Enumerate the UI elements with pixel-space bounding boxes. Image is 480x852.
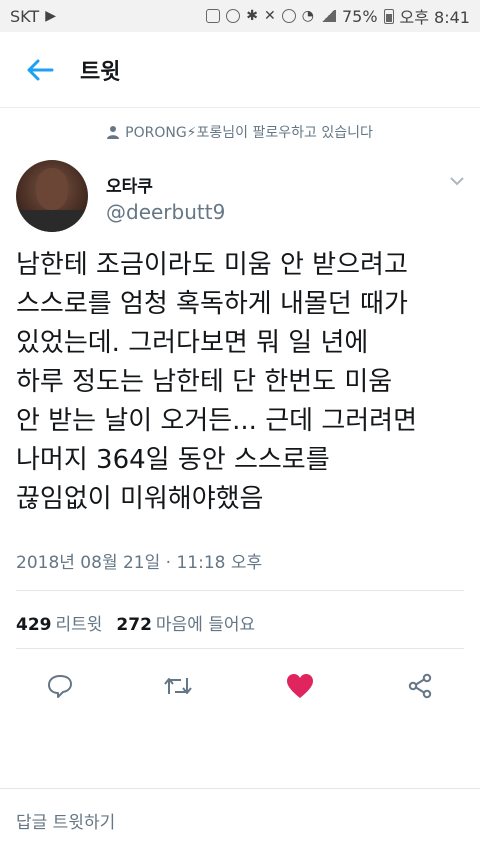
status-bar: SKT ▶ ✱ ✕ ◔ 75% 오후 8:41 [0,0,480,32]
tweet-text: 남한테 조금이라도 미움 안 받으려고 스스로를 엄청 혹독하게 내몰던 때가 … [16,250,417,514]
share-button[interactable] [400,666,440,706]
tweet-actions [16,666,464,706]
divider [16,648,464,649]
follow-note[interactable]: PORONG⚡포롱님이 팔로우하고 있습니다 [0,120,480,144]
signal-icon [319,10,336,22]
mute-icon: ✕ [264,8,276,24]
like-count-stat[interactable]: 272 마음에 들어요 [116,610,255,635]
back-button[interactable] [0,32,80,108]
bluetooth-icon: ✱ [246,8,259,24]
tweet-stats: 429 리트윗 272 마음에 들어요 [16,610,255,635]
like-count: 272 [116,615,152,635]
chevron-down-icon[interactable] [448,172,466,190]
follow-note-text: PORONG⚡포롱님이 팔로우하고 있습니다 [125,125,373,141]
arrow-left-icon [27,59,54,80]
notification-icon: ▶ [45,8,56,24]
heart-icon [287,674,313,698]
person-icon [107,126,120,139]
retweet-icon [164,678,192,694]
avatar[interactable] [16,160,88,232]
display-name[interactable]: 오타쿠 [106,172,153,197]
page-title: 트윗 [80,59,121,85]
alarm-icon [281,9,296,23]
retweet-count: 429 [16,615,52,635]
reply-icon [48,675,72,698]
like-count-label: 마음에 들어요 [155,615,256,635]
data-saver-icon [226,9,241,23]
lock-icon [206,9,221,23]
retweet-button[interactable] [158,666,198,706]
reply-placeholder: 답글 트윗하기 [16,813,116,833]
app-header: 트윗 [0,32,480,108]
retweet-count-stat[interactable]: 429 리트윗 [16,610,102,635]
retweet-count-label: 리트윗 [55,615,103,635]
reply-input[interactable]: 답글 트윗하기 [0,788,480,852]
share-icon [408,673,432,699]
battery-label: 75% [341,6,378,26]
carrier-label: SKT [10,6,40,26]
clock-label: 오후 8:41 [399,8,470,27]
wifi-icon: ◔ [301,8,314,24]
like-button[interactable] [280,666,320,706]
tweet-timestamp: 2018년 08월 21일 · 11:18 오후 [16,553,263,573]
reply-button[interactable] [40,666,80,706]
user-handle[interactable]: @deerbutt9 [106,200,225,224]
battery-icon [383,8,394,24]
divider [16,590,464,591]
